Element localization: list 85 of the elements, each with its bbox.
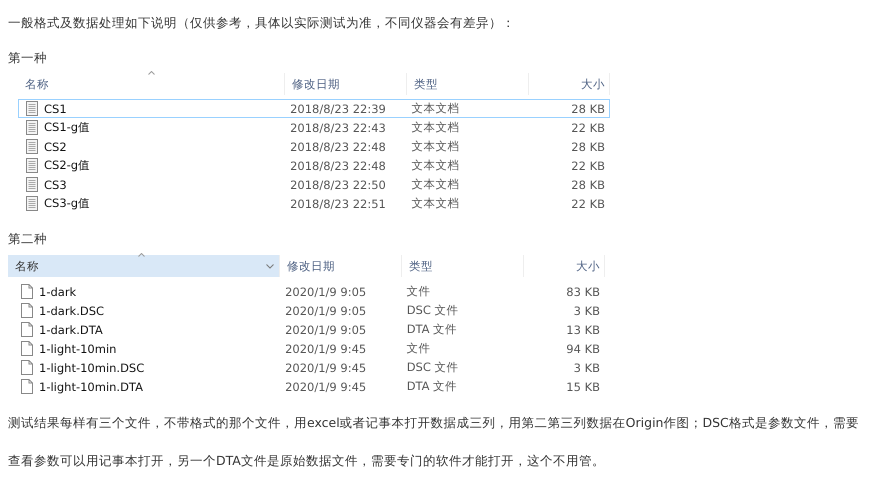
file-name: 1-light-10min.DSC <box>39 360 144 374</box>
file-size: 22 KB <box>570 120 606 134</box>
file-type: 文本文档 <box>410 177 461 192</box>
modified-date: 2020/1/9 9:05 <box>284 322 368 336</box>
file-name: 1-dark.DTA <box>39 322 103 336</box>
modified-date: 2018/8/23 22:43 <box>289 120 387 134</box>
column-header[interactable]: 大小 <box>524 255 605 277</box>
file-type: 文本文档 <box>410 101 461 116</box>
text-file-icon <box>26 177 38 192</box>
text-file-icon <box>26 196 38 211</box>
file-icon <box>21 341 33 356</box>
file-size: 13 KB <box>565 322 602 336</box>
file-name: CS3-g值 <box>44 196 90 211</box>
file-row[interactable]: 1-dark 2020/1/9 9:05 文件 83 KB <box>8 282 605 301</box>
modified-date: 2018/8/23 22:50 <box>289 178 387 192</box>
modified-date: 2018/8/23 22:39 <box>289 102 387 116</box>
modified-date: 2020/1/9 9:45 <box>284 360 368 374</box>
intro-text: 一般格式及数据处理如下说明（仅供参考，具体以实际测试为准，不同仪器会有差异）： <box>8 14 516 32</box>
modified-date: 2018/8/23 22:48 <box>289 158 387 172</box>
file-icon <box>21 322 33 337</box>
file-row[interactable]: 1-dark.DSC 2020/1/9 9:05 DSC 文件 3 KB <box>8 301 605 320</box>
file-type: 文件 <box>406 284 432 299</box>
file-row[interactable]: 1-dark.DTA 2020/1/9 9:05 DTA 文件 13 KB <box>8 320 605 339</box>
file-row[interactable]: CS2-g值 2018/8/23 22:48 文本文档 22 KB <box>18 156 610 175</box>
file-type: 文本文档 <box>410 120 461 135</box>
text-file-icon <box>26 101 38 116</box>
file-type: 文件 <box>406 341 432 356</box>
modified-date: 2020/1/9 9:45 <box>284 380 368 394</box>
file-size: 22 KB <box>570 196 606 210</box>
file-size: 28 KB <box>570 102 606 116</box>
file-row[interactable]: 1-light-10min.DSC 2020/1/9 9:45 DSC 文件 3 KB <box>8 358 605 377</box>
file-name: CS1-g值 <box>44 120 90 135</box>
section-heading: 第二种 <box>8 230 48 248</box>
file-type: DSC 文件 <box>406 360 460 375</box>
file-row[interactable]: CS1 2018/8/23 22:39 文本文档 28 KB <box>18 99 610 118</box>
dropdown-chevron-icon[interactable] <box>266 264 274 268</box>
file-row[interactable]: CS2 2018/8/23 22:48 文本文档 28 KB <box>18 137 610 156</box>
column-header[interactable]: 类型 <box>407 73 529 95</box>
file-size: 3 KB <box>572 304 602 318</box>
file-row[interactable]: CS3 2018/8/23 22:50 文本文档 28 KB <box>18 175 610 194</box>
modified-date: 2018/8/23 22:51 <box>289 196 387 210</box>
modified-date: 2018/8/23 22:48 <box>289 140 387 154</box>
file-name: 1-light-10min.DTA <box>39 380 143 394</box>
file-row[interactable]: CS3-g值 2018/8/23 22:51 文本文档 22 KB <box>18 194 610 213</box>
modified-date: 2020/1/9 9:05 <box>284 284 368 298</box>
column-header[interactable]: 修改日期 <box>280 255 402 277</box>
column-header[interactable]: 大小 <box>529 73 610 95</box>
file-size: 22 KB <box>570 158 606 172</box>
file-name: 1-light-10min <box>39 342 116 356</box>
file-icon <box>21 379 33 394</box>
file-size: 83 KB <box>565 284 602 298</box>
file-type: 文本文档 <box>410 139 461 154</box>
file-name: 1-dark <box>39 284 76 298</box>
file-name: CS3 <box>44 178 67 192</box>
section-heading: 第一种 <box>8 49 48 67</box>
file-icon <box>21 360 33 375</box>
file-type: DTA 文件 <box>406 322 458 337</box>
file-row[interactable]: CS1-g值 2018/8/23 22:43 文本文档 22 KB <box>18 118 610 137</box>
file-name: 1-dark.DSC <box>39 304 104 318</box>
text-file-icon <box>26 139 38 154</box>
file-size: 28 KB <box>570 178 606 192</box>
file-type: DSC 文件 <box>406 303 460 318</box>
text-file-icon <box>26 158 38 173</box>
column-header[interactable]: 名称 <box>8 255 280 277</box>
file-name: CS2 <box>44 140 67 154</box>
modified-date: 2020/1/9 9:05 <box>284 304 368 318</box>
column-header[interactable]: 类型 <box>402 255 524 277</box>
file-size: 28 KB <box>570 140 606 154</box>
file-type: 文本文档 <box>410 196 461 211</box>
file-size: 3 KB <box>572 360 602 374</box>
file-icon <box>21 303 33 318</box>
column-header[interactable]: 修改日期 <box>285 73 407 95</box>
file-size: 15 KB <box>565 380 602 394</box>
text-file-icon <box>26 120 38 135</box>
file-row[interactable]: 1-light-10min 2020/1/9 9:45 文件 94 KB <box>8 339 605 358</box>
file-icon <box>21 284 33 299</box>
modified-date: 2020/1/9 9:45 <box>284 342 368 356</box>
file-size: 94 KB <box>565 342 602 356</box>
file-name: CS1 <box>44 102 67 116</box>
file-type: 文本文档 <box>410 158 461 173</box>
file-type: DTA 文件 <box>406 379 458 394</box>
file-row[interactable]: 1-light-10min.DTA 2020/1/9 9:45 DTA 文件 15 KB <box>8 377 605 396</box>
description-paragraph: 测试结果每样有三个文件，不带格式的那个文件，用excel或者记事本打开数据成三列，用第二第三列数据在Origin作图；DSC格式是参数文件，需要查看参数可以用记事本打开，另一个DTA文件是原始数据文件，需要专门的软件才能打开，这个不用管。 <box>8 414 860 470</box>
column-header[interactable]: 名称 <box>18 73 285 95</box>
file-name: CS2-g值 <box>44 158 90 173</box>
